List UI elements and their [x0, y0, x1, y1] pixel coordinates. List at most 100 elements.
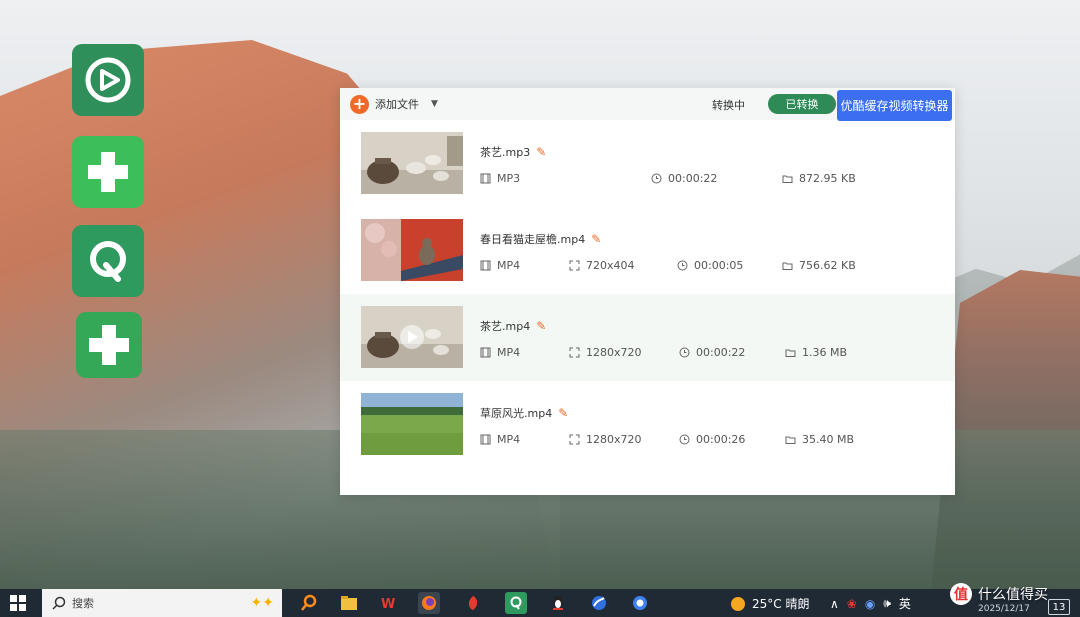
edit-pencil-icon[interactable]: ✎	[536, 319, 546, 333]
notification-badge[interactable]: 13	[1048, 599, 1070, 615]
search-label: 搜索	[72, 597, 94, 610]
expand-icon	[569, 347, 580, 358]
medical-plus-desktop-icon[interactable]	[72, 136, 144, 208]
red-app-icon[interactable]	[462, 592, 484, 614]
chevron-down-icon[interactable]: ▼	[431, 99, 438, 109]
list-item[interactable]: 茶艺.mp4 ✎ MP4 1280x720 00:00:22 1.36 MB	[340, 294, 955, 381]
video-app-desktop-icon[interactable]	[72, 44, 144, 116]
file-name-text: 草原风光.mp4	[480, 407, 553, 420]
youku-converter-button[interactable]: 优酷缓存视频转换器	[837, 90, 952, 121]
svg-text:W: W	[381, 597, 395, 612]
converter-window: + 添加文件 ▼ 转换中 已转换 优酷缓存视频转换器 茶艺.mp3 ✎ MP3 …	[340, 88, 955, 495]
add-file-label: 添加文件	[375, 98, 419, 111]
format-value: MP3	[497, 172, 521, 185]
edit-pencil-icon[interactable]: ✎	[558, 406, 568, 420]
format-info: MP4	[480, 433, 520, 446]
clock-icon	[679, 434, 690, 445]
circle-app-icon[interactable]	[629, 592, 651, 614]
tab-converting[interactable]: 转换中	[712, 97, 745, 113]
format-value: MP4	[497, 259, 521, 272]
video-thumbnail	[361, 306, 463, 368]
taskbar: 搜索 ✦✦ W 25°C 晴朗 ∧ ❀ ◉ 🕪 英 2025/12/17	[0, 589, 1080, 617]
duration-info: 00:00:05	[677, 259, 743, 272]
size-info: 756.62 KB	[782, 259, 856, 272]
system-tray: ∧ ❀ ◉ 🕪 英	[830, 595, 911, 612]
size-value: 756.62 KB	[799, 259, 856, 272]
edit-pencil-icon[interactable]: ✎	[591, 232, 601, 246]
repair-plus-desktop-icon[interactable]	[76, 312, 142, 378]
size-value: 872.95 KB	[799, 172, 856, 185]
plus-icon: +	[350, 94, 369, 114]
edit-pencil-icon[interactable]: ✎	[536, 145, 546, 159]
duration-value: 00:00:05	[694, 259, 744, 272]
chevron-up-icon[interactable]: ∧	[830, 597, 839, 611]
file-name: 草原风光.mp4 ✎	[480, 405, 568, 421]
file-name-text: 茶艺.mp4	[480, 320, 531, 333]
file-name: 茶艺.mp3 ✎	[480, 144, 546, 160]
file-name-text: 春日看猫走屋檐.mp4	[480, 233, 586, 246]
format-info: MP3	[480, 172, 520, 185]
sparkle-icon[interactable]: ✦✦	[251, 595, 274, 611]
file-name-text: 茶艺.mp3	[480, 146, 531, 159]
file-name: 茶艺.mp4 ✎	[480, 318, 546, 334]
format-info: MP4	[480, 346, 520, 359]
list-item[interactable]: 草原风光.mp4 ✎ MP4 1280x720 00:00:26 35.40 M…	[340, 381, 955, 468]
speaker-icon[interactable]: 🕪	[883, 596, 891, 611]
expand-icon	[569, 260, 580, 271]
resolution-info: 1280x720	[569, 346, 642, 359]
clock-icon	[651, 173, 662, 184]
size-info: 872.95 KB	[782, 172, 856, 185]
resolution-info: 720x404	[569, 259, 635, 272]
film-icon	[480, 260, 491, 271]
video-thumbnail	[361, 132, 463, 194]
format-info: MP4	[480, 259, 520, 272]
weather-widget[interactable]: 25°C 晴朗	[730, 595, 809, 612]
folder-icon	[785, 349, 796, 357]
shield-icon[interactable]: ◉	[865, 597, 875, 611]
list-item[interactable]: 茶艺.mp3 ✎ MP3 00:00:22 872.95 KB	[340, 120, 955, 207]
firefox-icon[interactable]	[418, 592, 440, 614]
file-explorer-icon[interactable]	[338, 592, 360, 614]
video-thumbnail	[361, 393, 463, 455]
format-value: MP4	[497, 346, 521, 359]
duration-info: 00:00:26	[679, 433, 745, 446]
search-app-icon[interactable]	[298, 592, 320, 614]
folder-icon	[785, 436, 796, 444]
film-icon	[480, 434, 491, 445]
duration-value: 00:00:22	[696, 346, 746, 359]
video-thumbnail	[361, 219, 463, 281]
list-item[interactable]: 春日看猫走屋檐.mp4 ✎ MP4 720x404 00:00:05 756.6…	[340, 207, 955, 294]
clock-icon	[679, 347, 690, 358]
toolbar: + 添加文件 ▼ 转换中 已转换 优酷缓存视频转换器	[340, 88, 955, 121]
film-icon	[480, 173, 491, 184]
resolution-info: 1280x720	[569, 433, 642, 446]
watermark-text: 什么值得买	[978, 587, 1048, 603]
duration-info: 00:00:22	[679, 346, 745, 359]
duration-value: 00:00:22	[668, 172, 718, 185]
date-display[interactable]: 2025/12/17	[978, 604, 1030, 614]
recovery-app-desktop-icon[interactable]	[72, 225, 144, 297]
add-file-button[interactable]: + 添加文件 ▼	[350, 94, 438, 114]
sun-icon	[731, 596, 745, 611]
file-name: 春日看猫走屋檐.mp4 ✎	[480, 231, 601, 247]
browser-blue-icon[interactable]	[588, 592, 610, 614]
watermark-logo: 值	[950, 583, 972, 605]
tray-app-icon[interactable]: ❀	[847, 597, 857, 611]
watermark: 值 什么值得买	[950, 583, 1048, 605]
wps-office-icon[interactable]: W	[378, 592, 400, 614]
search-icon	[52, 596, 66, 610]
resolution-value: 720x404	[586, 259, 635, 272]
folder-icon	[782, 175, 793, 183]
tab-converted[interactable]: 已转换	[768, 94, 836, 114]
film-icon	[480, 347, 491, 358]
folder-icon	[782, 262, 793, 270]
size-value: 1.36 MB	[802, 346, 848, 359]
recovery-app-taskbar-icon[interactable]	[505, 592, 527, 614]
qq-penguin-icon[interactable]	[547, 592, 569, 614]
windows-start-icon[interactable]	[10, 595, 26, 611]
ime-indicator[interactable]: 英	[899, 595, 911, 612]
resolution-value: 1280x720	[586, 433, 642, 446]
expand-icon	[569, 434, 580, 445]
weather-text: 25°C 晴朗	[752, 597, 810, 611]
taskbar-search-input[interactable]: 搜索 ✦✦	[42, 589, 282, 617]
